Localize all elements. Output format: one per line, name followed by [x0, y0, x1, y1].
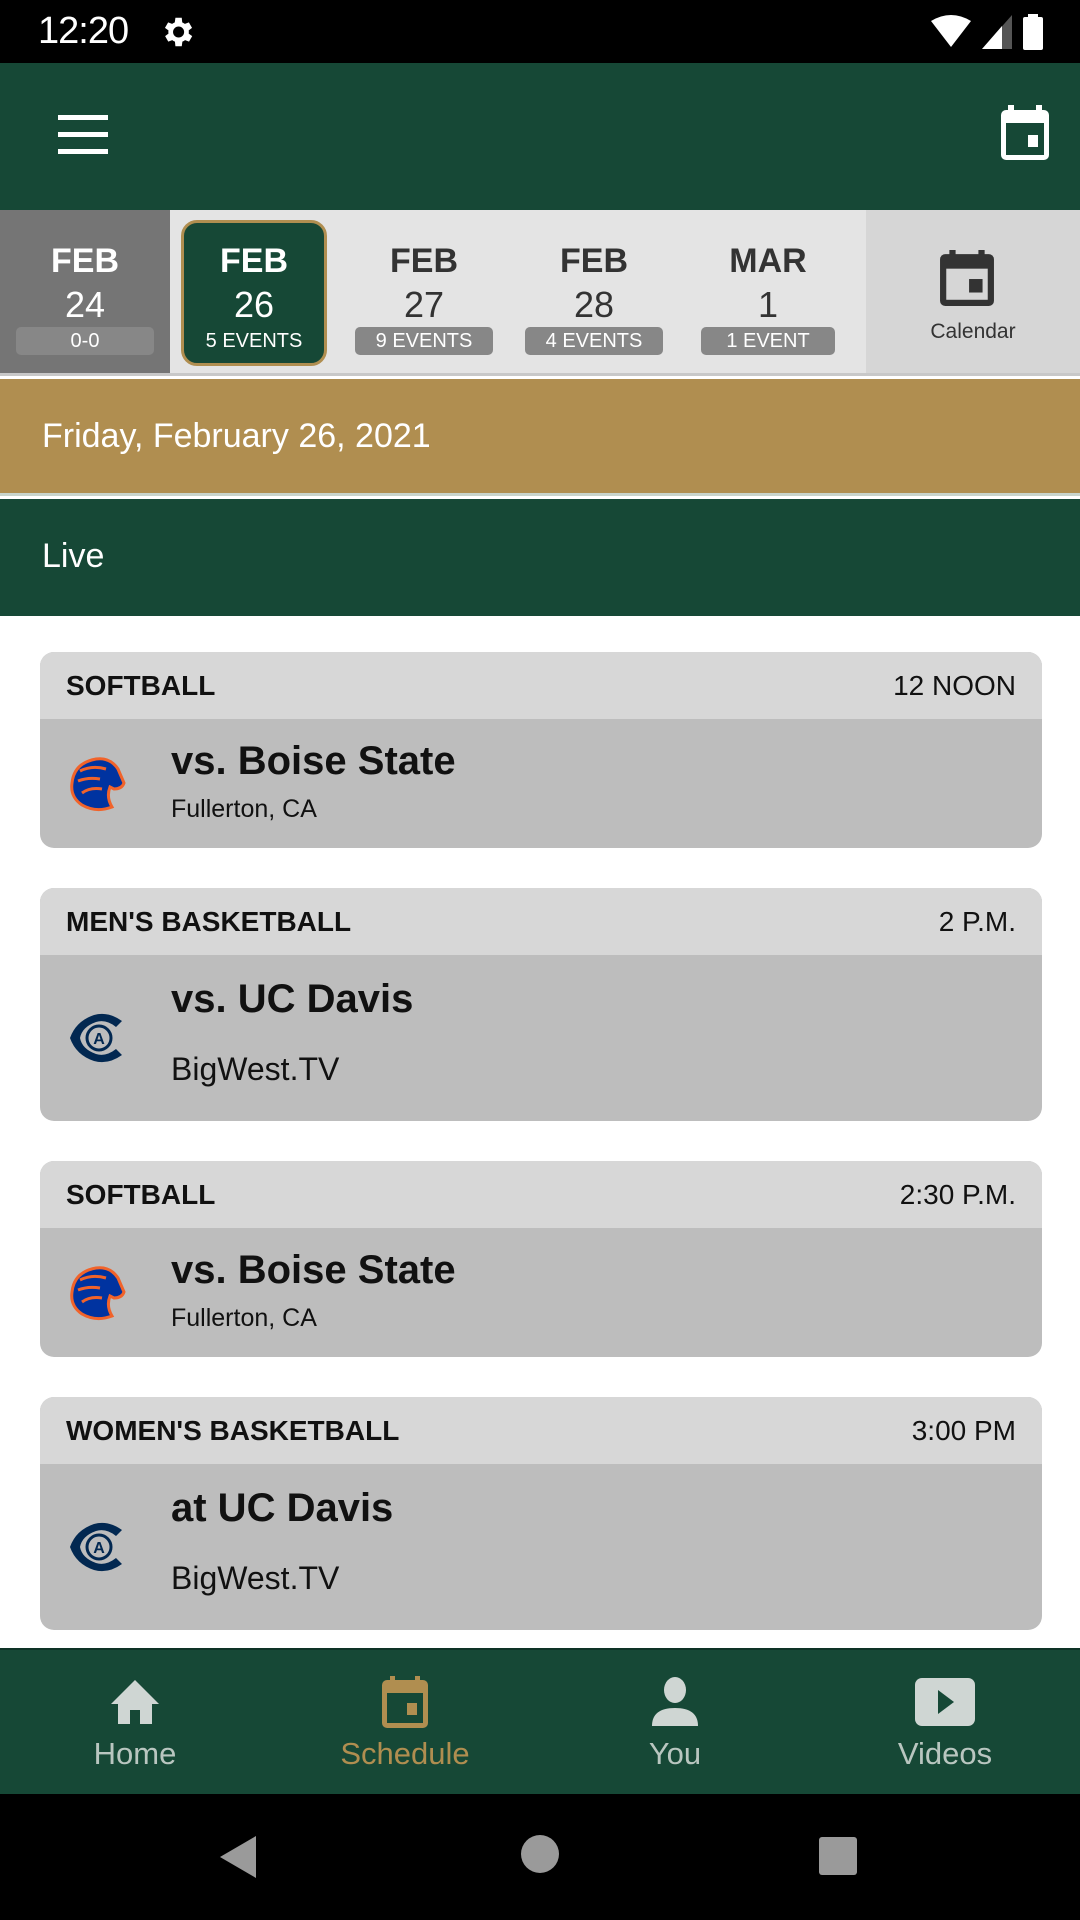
- section-header-label: Live: [42, 537, 105, 575]
- uc-davis-logo: A: [70, 1013, 122, 1063]
- event-card[interactable]: SOFTBALL 12 NOON vs. Boise State Fullert…: [40, 652, 1042, 848]
- event-sport: MEN'S BASKETBALL: [66, 906, 352, 937]
- event-opponent: vs. Boise State: [171, 1248, 456, 1292]
- date-item-feb-24[interactable]: FEB 24 0-0: [0, 210, 170, 373]
- event-time: 12 NOON: [893, 670, 1016, 701]
- app-bar: [0, 63, 1080, 210]
- back-icon[interactable]: [218, 1834, 258, 1880]
- boise-state-bronco-logo: [70, 757, 126, 812]
- event-location: Fullerton, CA: [171, 1304, 317, 1332]
- home-circle-icon[interactable]: [520, 1834, 560, 1874]
- date-day: 27: [403, 284, 445, 325]
- calendar-label: Calendar: [930, 320, 1016, 343]
- event-card[interactable]: MEN'S BASKETBALL 2 P.M. A vs. UC Davis B…: [40, 888, 1042, 1121]
- date-badge: 9 EVENTS: [355, 327, 493, 355]
- bottom-nav: Home Schedule You Videos: [0, 1648, 1080, 1794]
- date-item-feb-26[interactable]: FEB 26 5 EVENTS: [169, 210, 339, 373]
- date-month: MAR: [729, 242, 807, 280]
- event-broadcast[interactable]: BigWest.TV: [171, 1560, 339, 1597]
- date-item-feb-28[interactable]: FEB 28 4 EVENTS: [509, 210, 679, 373]
- date-day: 24: [64, 284, 106, 325]
- event-opponent: at UC Davis: [171, 1486, 394, 1530]
- event-card-body: A at UC Davis BigWest.TV: [40, 1464, 1042, 1630]
- nav-label: Schedule: [340, 1736, 470, 1771]
- event-card-body: vs. Boise State Fullerton, CA: [40, 719, 1042, 848]
- hamburger-menu-icon[interactable]: [58, 115, 108, 155]
- event-card[interactable]: WOMEN'S BASKETBALL 3:00 PM A at UC Davis…: [40, 1397, 1042, 1630]
- event-location: Fullerton, CA: [171, 795, 317, 823]
- event-card-header: SOFTBALL 2:30 P.M.: [40, 1161, 1042, 1228]
- event-card-body: vs. Boise State Fullerton, CA: [40, 1228, 1042, 1357]
- home-icon: [111, 1680, 159, 1724]
- date-month: FEB: [560, 242, 628, 280]
- calendar-icon: [940, 250, 994, 306]
- date-month: FEB: [220, 242, 288, 280]
- date-item-mar-1[interactable]: MAR 1 1 EVENT: [685, 210, 851, 373]
- event-card-body: A vs. UC Davis BigWest.TV: [40, 955, 1042, 1121]
- event-card-header: SOFTBALL 12 NOON: [40, 652, 1042, 719]
- date-badge: 0-0: [16, 327, 154, 355]
- event-opponent: vs. Boise State: [171, 739, 456, 783]
- event-sport: SOFTBALL: [66, 670, 216, 701]
- event-sport: SOFTBALL: [66, 1179, 216, 1210]
- svg-text:A: A: [93, 1031, 105, 1048]
- date-header: Friday, February 26, 2021: [0, 379, 1080, 496]
- gear-icon: [164, 17, 193, 47]
- nav-label: You: [648, 1736, 702, 1771]
- event-time: 2:30 P.M.: [899, 1179, 1016, 1210]
- event-list[interactable]: SOFTBALL 12 NOON vs. Boise State Fullert…: [0, 616, 1080, 1648]
- date-item-feb-27[interactable]: FEB 27 9 EVENTS: [339, 210, 509, 373]
- status-time: 12:20: [38, 10, 129, 52]
- status-bar: 12:20: [0, 0, 1080, 63]
- event-card-header: MEN'S BASKETBALL 2 P.M.: [40, 888, 1042, 955]
- boise-state-bronco-logo: [70, 1266, 126, 1321]
- event-sport: WOMEN'S BASKETBALL: [66, 1415, 400, 1446]
- signal-icon: [982, 15, 1012, 49]
- nav-tab-home[interactable]: Home: [0, 1650, 270, 1796]
- status-icons: [930, 12, 1044, 52]
- date-day: 28: [573, 284, 615, 325]
- calendar-button[interactable]: Calendar: [866, 210, 1080, 373]
- play-video-icon: [915, 1678, 975, 1726]
- nav-tab-schedule[interactable]: Schedule: [270, 1650, 540, 1796]
- nav-tab-you[interactable]: You: [540, 1650, 810, 1796]
- uc-davis-logo: A: [70, 1522, 122, 1572]
- event-card-header: WOMEN'S BASKETBALL 3:00 PM: [40, 1397, 1042, 1464]
- person-icon: [652, 1677, 698, 1726]
- date-badge: 4 EVENTS: [525, 327, 663, 355]
- battery-icon: [1023, 14, 1043, 50]
- nav-tab-videos[interactable]: Videos: [810, 1650, 1080, 1796]
- event-card[interactable]: SOFTBALL 2:30 P.M. vs. Boise State Fulle…: [40, 1161, 1042, 1357]
- date-month: FEB: [390, 242, 458, 280]
- system-nav-bar: [0, 1794, 1080, 1920]
- wifi-icon: [931, 15, 971, 47]
- event-broadcast[interactable]: BigWest.TV: [171, 1051, 339, 1088]
- date-day: 26: [233, 284, 275, 325]
- date-header-text: Friday, February 26, 2021: [42, 417, 431, 455]
- date-strip: FEB 24 0-0 FEB 26 5 EVENTS FEB 27 9 EVEN…: [0, 210, 1080, 376]
- event-opponent: vs. UC Davis: [171, 977, 414, 1021]
- section-header-live: Live: [0, 499, 1080, 616]
- calendar-icon[interactable]: [998, 105, 1052, 163]
- svg-text:A: A: [93, 1540, 105, 1557]
- recents-icon[interactable]: [818, 1836, 858, 1876]
- nav-label: Videos: [897, 1736, 993, 1771]
- event-time: 3:00 PM: [911, 1415, 1016, 1446]
- date-badge: 1 EVENT: [701, 327, 835, 355]
- event-time: 2 P.M.: [938, 906, 1016, 937]
- date-badge: 5 EVENTS: [205, 330, 303, 352]
- date-month: FEB: [51, 242, 119, 280]
- nav-label: Home: [93, 1736, 177, 1771]
- date-day: 1: [757, 284, 779, 325]
- calendar-icon: [382, 1676, 428, 1728]
